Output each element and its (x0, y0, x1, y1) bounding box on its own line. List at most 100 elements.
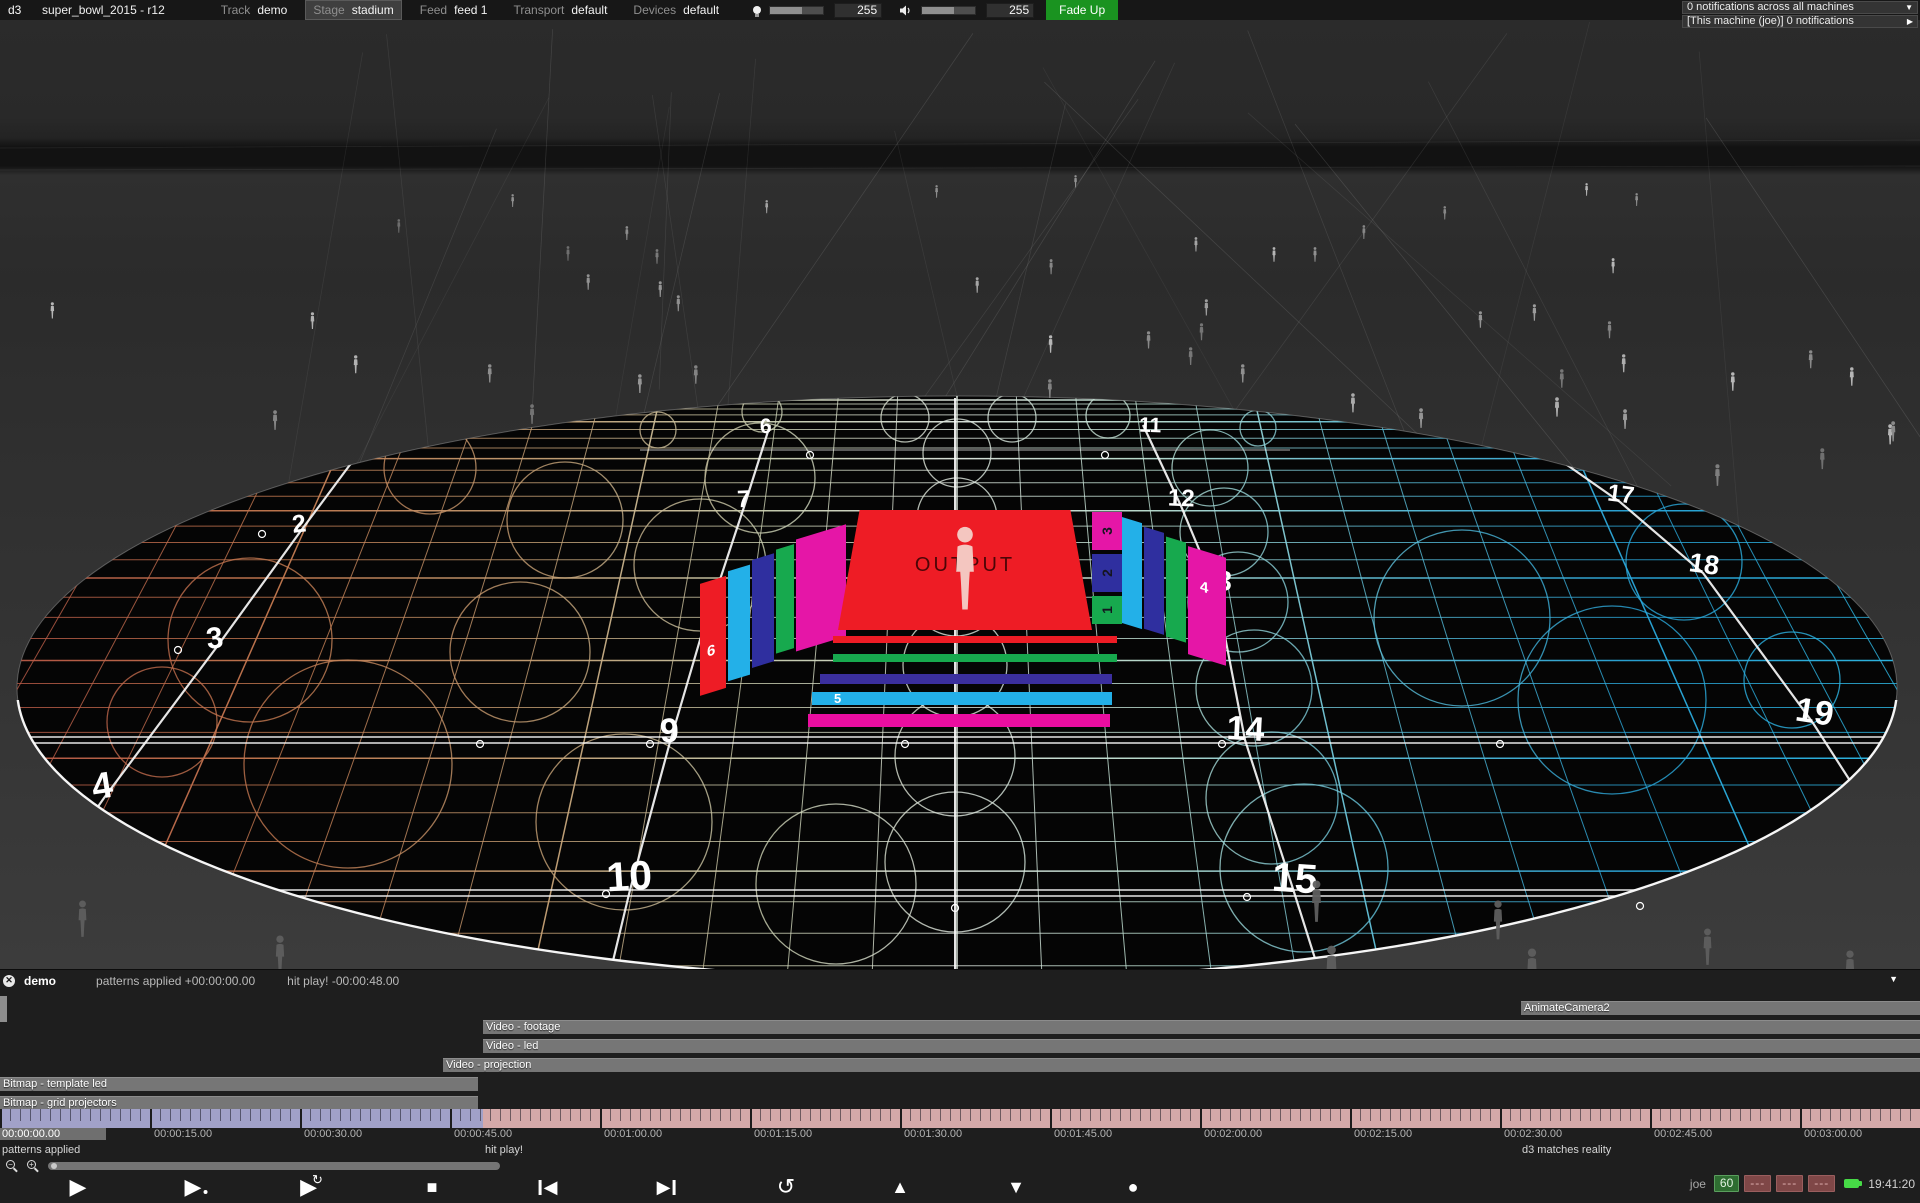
return-to-start-button[interactable]: ↺ (777, 1173, 795, 1201)
ruler-tick (970, 1109, 971, 1121)
notifications-panel: 0 notifications across all machines ▼ [T… (1682, 1, 1918, 29)
ruler-tick (120, 1109, 121, 1121)
chevron-down-icon: ▼ (1905, 2, 1913, 13)
track-bar[interactable]: Video - footage (483, 1020, 1920, 1034)
timeline-scrollbar[interactable] (48, 1162, 500, 1170)
ruler-tick (530, 1109, 531, 1121)
ruler-tick (1820, 1109, 1821, 1121)
timeline-left-handle[interactable] (0, 996, 7, 1022)
ruler-tick (1120, 1109, 1121, 1121)
ruler-tick (1060, 1109, 1061, 1121)
ruler-tick (1860, 1109, 1861, 1121)
apron-stripe-red (833, 636, 1117, 643)
notifications-all-machines[interactable]: 0 notifications across all machines ▼ (1682, 1, 1918, 14)
volume-value[interactable]: 255 (986, 3, 1034, 18)
ruler-tick (1420, 1109, 1421, 1121)
section-down-button[interactable]: ▼ (1007, 1173, 1025, 1201)
led-panel: 3 (1092, 512, 1122, 550)
skip-to-start-button[interactable]: ◀ (539, 1173, 558, 1201)
section-up-button[interactable]: ▲ (891, 1173, 909, 1201)
play-button[interactable]: ▶ (70, 1173, 87, 1201)
timeline-dropdown-icon[interactable]: ▼ (1889, 974, 1898, 984)
ruler-tick (470, 1109, 471, 1121)
ruler-timestamp: 00:02:00.00 (1204, 1128, 1262, 1140)
stage-model: 6 OUTPUT 3 2 1 4 (655, 498, 1245, 748)
ruler-timestamp: 00:02:45.00 (1654, 1128, 1712, 1140)
brightness-slider[interactable] (769, 6, 824, 15)
ruler-tick (950, 1109, 951, 1121)
field-number: 18 (1687, 547, 1721, 581)
apron-stripe-magenta (808, 714, 1110, 727)
skip-to-end-button[interactable]: ▶ (657, 1173, 676, 1201)
ruler-timestamp: 00:01:15.00 (754, 1128, 812, 1140)
ruler-tick (760, 1109, 761, 1121)
ruler-tick (1150, 1109, 1151, 1121)
ruler-tick (1280, 1109, 1281, 1121)
track-bar[interactable]: Bitmap - template led (0, 1077, 478, 1091)
led-panel (796, 524, 846, 651)
panel-number: 6 (707, 641, 715, 661)
track-bar[interactable]: Video - projection (443, 1058, 1920, 1072)
ruler-tick (10, 1109, 11, 1121)
menu-track[interactable]: Trackdemo (213, 0, 296, 20)
ruler-tick (580, 1109, 581, 1121)
play-section-button[interactable]: ▶ (185, 1173, 208, 1201)
ruler-tick (1440, 1109, 1441, 1121)
fade-up-button[interactable]: Fade Up (1046, 0, 1118, 20)
ruler-tick (630, 1109, 631, 1121)
ruler-tick (860, 1109, 861, 1121)
field-number: 17 (1606, 480, 1636, 510)
notifications-this-machine[interactable]: [This machine (joe)] 0 notifications ▶ (1682, 15, 1918, 28)
brightness-value[interactable]: 255 (834, 3, 882, 18)
ruler-tick (1570, 1109, 1571, 1121)
ruler-tick (1110, 1109, 1111, 1121)
ruler-tick (1390, 1109, 1391, 1121)
ruler-tick (1840, 1109, 1841, 1121)
menu-transport[interactable]: Transportdefault (505, 0, 615, 20)
ruler-tick (1740, 1109, 1741, 1121)
ruler-tick (1450, 1109, 1451, 1121)
ruler-tick (840, 1109, 841, 1121)
timeline-annotation: patterns applied (2, 1144, 80, 1156)
ruler-tick (980, 1109, 981, 1121)
stage-viewport[interactable]: 234679101112131415171819 6 OUTPUT 3 2 1 (0, 20, 1920, 969)
fps-indicator: 60 (1714, 1175, 1739, 1192)
performer-silhouette (948, 524, 982, 616)
track-bar[interactable]: AnimateCamera2 (1521, 1001, 1920, 1015)
ruler-tick (40, 1109, 41, 1121)
menu-devices[interactable]: Devicesdefault (625, 0, 727, 20)
zoom-out-icon[interactable]: − (6, 1160, 15, 1169)
scrollbar-handle[interactable] (51, 1163, 57, 1169)
timeline-ruler[interactable] (0, 1109, 1920, 1128)
ruler-tick (360, 1109, 361, 1121)
panel-number: 1 (1099, 606, 1115, 614)
ruler-timestamp: 00:02:30.00 (1504, 1128, 1562, 1140)
field-number: 6 (760, 415, 772, 438)
timeline-zoom-controls: − + (0, 1159, 1920, 1173)
ruler-tick (210, 1109, 211, 1121)
ruler-tick (240, 1109, 241, 1121)
ruler-timestamp: 00:00:00.00 (0, 1128, 106, 1140)
stop-button[interactable]: ■ (427, 1173, 438, 1201)
stage-left-wing: 6 (700, 520, 850, 716)
play-loop-button[interactable]: ▶↻ (300, 1173, 330, 1201)
ruler-tick (1900, 1109, 1901, 1121)
menu-feed[interactable]: Feedfeed 1 (412, 0, 496, 20)
close-icon[interactable]: ✕ (3, 975, 15, 987)
ruler-tick (1870, 1109, 1871, 1121)
ruler-tick (1690, 1109, 1691, 1121)
track-bar[interactable]: Video - led (483, 1039, 1920, 1053)
ruler-tick (920, 1109, 921, 1121)
record-button[interactable]: ● (1128, 1173, 1139, 1201)
active-track-name[interactable]: demo (24, 974, 56, 988)
field-number: 10 (605, 852, 653, 901)
menu-value: stadium (352, 3, 394, 17)
track-bar[interactable]: Bitmap - grid projectors (0, 1096, 478, 1110)
ruler-timestamp: 00:03:00.00 (1804, 1128, 1862, 1140)
field-number: 15 (1271, 854, 1319, 903)
ruler-tick (1090, 1109, 1091, 1121)
ruler-tick (310, 1109, 311, 1121)
zoom-in-icon[interactable]: + (27, 1160, 36, 1169)
menu-stage[interactable]: Stagestadium (305, 0, 401, 20)
volume-slider[interactable] (921, 6, 976, 15)
